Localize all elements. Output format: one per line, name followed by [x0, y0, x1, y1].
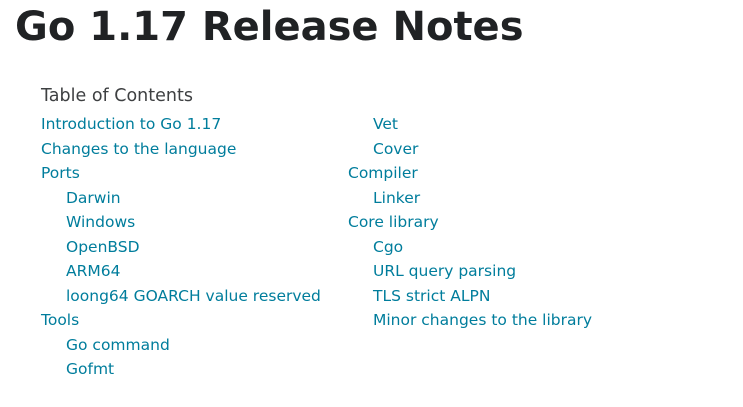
- toc-link-loong64[interactable]: loong64 GOARCH value reserved: [66, 287, 321, 305]
- toc-link-ports[interactable]: Ports: [41, 164, 80, 182]
- page-title: Go 1.17 Release Notes: [15, 4, 524, 50]
- toc-link-language[interactable]: Changes to the language: [41, 140, 236, 158]
- toc-link-darwin[interactable]: Darwin: [66, 189, 121, 207]
- toc-item: Go command: [41, 333, 321, 358]
- toc-link-linker[interactable]: Linker: [373, 189, 420, 207]
- toc-column-left: Introduction to Go 1.17 Changes to the l…: [41, 112, 321, 382]
- toc-item: Introduction to Go 1.17: [41, 112, 321, 137]
- toc-link-introduction[interactable]: Introduction to Go 1.17: [41, 115, 221, 133]
- toc-item: OpenBSD: [41, 235, 321, 260]
- toc-item: Darwin: [41, 186, 321, 211]
- toc-item: Core library: [348, 210, 592, 235]
- toc-link-arm64[interactable]: ARM64: [66, 262, 120, 280]
- toc-item: Ports: [41, 161, 321, 186]
- toc-link-openbsd[interactable]: OpenBSD: [66, 238, 140, 256]
- toc-link-go-command[interactable]: Go command: [66, 336, 170, 354]
- toc-link-windows[interactable]: Windows: [66, 213, 135, 231]
- table-of-contents: Table of Contents Introduction to Go 1.1…: [41, 84, 721, 392]
- toc-item: ARM64: [41, 259, 321, 284]
- toc-link-core-library[interactable]: Core library: [348, 213, 439, 231]
- toc-columns: Introduction to Go 1.17 Changes to the l…: [41, 112, 721, 392]
- toc-item: Vet: [348, 112, 592, 137]
- toc-item: Linker: [348, 186, 592, 211]
- toc-item: loong64 GOARCH value reserved: [41, 284, 321, 309]
- toc-column-right: Vet Cover Compiler Linker Core library C…: [348, 112, 592, 333]
- toc-item: Gofmt: [41, 357, 321, 382]
- toc-link-cgo[interactable]: Cgo: [373, 238, 403, 256]
- toc-heading: Table of Contents: [41, 86, 193, 106]
- toc-item: Cgo: [348, 235, 592, 260]
- toc-link-vet[interactable]: Vet: [373, 115, 398, 133]
- toc-link-compiler[interactable]: Compiler: [348, 164, 418, 182]
- toc-item: TLS strict ALPN: [348, 284, 592, 309]
- toc-link-tools[interactable]: Tools: [41, 311, 79, 329]
- toc-item: Changes to the language: [41, 137, 321, 162]
- toc-item: Compiler: [348, 161, 592, 186]
- toc-link-minor-changes[interactable]: Minor changes to the library: [373, 311, 592, 329]
- toc-link-tls-alpn[interactable]: TLS strict ALPN: [373, 287, 490, 305]
- toc-item: Cover: [348, 137, 592, 162]
- toc-link-gofmt[interactable]: Gofmt: [66, 360, 114, 378]
- toc-item: Windows: [41, 210, 321, 235]
- toc-item: URL query parsing: [348, 259, 592, 284]
- toc-link-url-query[interactable]: URL query parsing: [373, 262, 516, 280]
- toc-item: Minor changes to the library: [348, 308, 592, 333]
- toc-item: Tools: [41, 308, 321, 333]
- toc-link-cover[interactable]: Cover: [373, 140, 418, 158]
